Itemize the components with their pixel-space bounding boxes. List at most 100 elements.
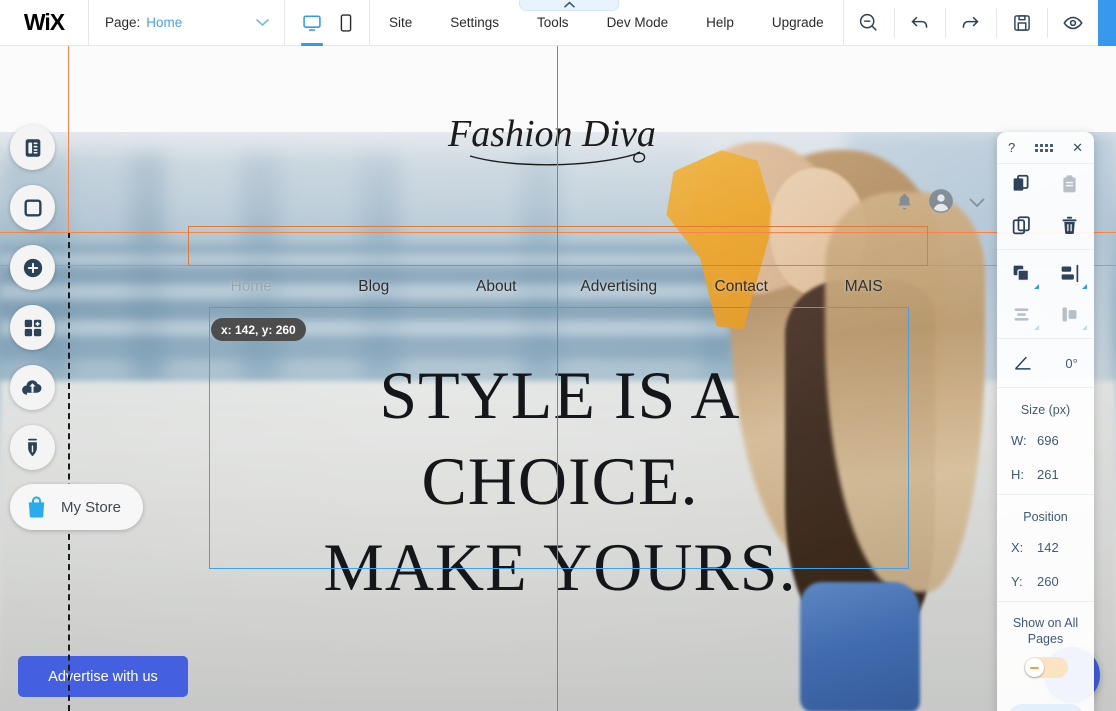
rotation-row[interactable]: 0° (997, 342, 1094, 384)
position-section-title: Position (1023, 510, 1068, 524)
duplicate-icon (1012, 216, 1030, 235)
nav-item-advertising[interactable]: Advertising (558, 278, 681, 296)
distribute-button[interactable] (997, 294, 1046, 335)
zoom-out-button[interactable] (844, 0, 894, 46)
nav-item-home[interactable]: Home (190, 278, 313, 296)
width-value[interactable]: 696 (1037, 433, 1059, 448)
sidebar-item-background[interactable] (10, 185, 55, 230)
sidebar-item-add[interactable] (10, 245, 55, 290)
collapsed-panel-tab[interactable] (519, 0, 619, 11)
height-value[interactable]: 261 (1037, 467, 1059, 482)
menu-component-outline[interactable] (188, 226, 928, 266)
distribute-icon (1014, 308, 1029, 321)
editor-tool-icons (844, 0, 1098, 46)
zoom-out-icon (860, 13, 878, 31)
site-logo-text: Fashion Diva (447, 113, 656, 155)
add-icon (23, 258, 42, 277)
align-button[interactable] (1046, 253, 1095, 294)
nav-item-mais[interactable]: MAIS (803, 278, 926, 296)
panel-divider-3 (997, 387, 1094, 388)
sidebar-item-blog[interactable] (10, 425, 55, 470)
rotation-icon (1015, 356, 1031, 370)
nav-item-contact[interactable]: Contact (680, 278, 803, 296)
header-guide-vertical (68, 46, 69, 232)
coordinate-tooltip: x: 142, y: 260 (211, 318, 306, 341)
panel-divider-2 (997, 338, 1094, 339)
undo-button[interactable] (895, 0, 945, 46)
match-size-icon (1062, 307, 1077, 322)
save-icon (1013, 14, 1030, 31)
pages-icon (25, 138, 40, 157)
chevron-down-icon[interactable] (255, 17, 270, 29)
avatar-icon[interactable] (928, 188, 954, 219)
size-section-title: Size (px) (1020, 403, 1071, 417)
menu-help[interactable]: Help (687, 0, 753, 46)
editor-stage[interactable]: Fashion Diva Home Blog About Advertising… (0, 46, 1116, 711)
mobile-view-button[interactable] (339, 0, 353, 46)
match-size-dropdown-indicator[interactable] (1082, 325, 1087, 330)
apps-icon (24, 319, 41, 336)
height-label: H: (1011, 466, 1024, 482)
view-mode-toggle (285, 0, 369, 46)
layers-button[interactable]: Layers (1007, 704, 1084, 711)
position-y-value[interactable]: 260 (1037, 574, 1059, 589)
nav-item-about[interactable]: About (435, 278, 558, 296)
my-store-label: My Store (61, 498, 122, 516)
desktop-view-active-indicator (301, 42, 323, 46)
show-on-all-pages-label: Show on All Pages (1012, 616, 1079, 646)
desktop-view-icon (303, 15, 321, 31)
save-button[interactable] (997, 0, 1047, 46)
delete-button[interactable] (1046, 205, 1095, 246)
width-field[interactable]: W: 696 (997, 423, 1094, 457)
menu-upgrade[interactable]: Upgrade (753, 0, 843, 46)
background-icon (23, 198, 42, 217)
position-x-value[interactable]: 142 (1037, 540, 1059, 555)
topbar-accent-strip (1098, 0, 1116, 46)
sidebar-item-pages[interactable] (10, 125, 55, 170)
my-store-button[interactable]: My Store (10, 484, 144, 530)
position-y-field[interactable]: Y: 260 (997, 564, 1094, 598)
page-selector[interactable]: Page: Home (89, 0, 284, 46)
arrange-dropdown-indicator[interactable] (1033, 284, 1039, 289)
selection-bounding-box[interactable] (209, 307, 909, 569)
menu-settings[interactable]: Settings (431, 0, 518, 46)
sidebar-item-uploads[interactable] (10, 365, 55, 410)
panel-divider-5 (997, 601, 1094, 602)
wix-logo[interactable]: WiX (0, 0, 88, 46)
mobile-view-icon (340, 13, 352, 32)
duplicate-button[interactable] (997, 205, 1046, 246)
position-x-label: X: (1011, 539, 1024, 555)
help-icon[interactable]: ? (1008, 141, 1015, 154)
copy-button[interactable] (997, 164, 1046, 205)
redo-icon (962, 16, 979, 28)
left-toolbar (10, 125, 55, 485)
match-size-button[interactable] (1046, 294, 1095, 335)
paste-button[interactable] (1046, 164, 1095, 205)
show-on-all-pages-toggle[interactable] (1023, 657, 1068, 678)
nav-item-blog[interactable]: Blog (313, 278, 436, 296)
wix-editor-window: Fashion Diva Home Blog About Advertising… (0, 0, 1116, 711)
distribute-dropdown-indicator[interactable] (1033, 325, 1039, 330)
chevron-down-icon[interactable] (968, 195, 986, 213)
redo-button[interactable] (946, 0, 996, 46)
position-x-field[interactable]: X: 142 (997, 530, 1094, 564)
close-icon[interactable]: ✕ (1072, 141, 1083, 154)
align-dropdown-indicator[interactable] (1082, 284, 1087, 289)
preview-button[interactable] (1048, 0, 1098, 46)
sidebar-item-apps[interactable] (10, 305, 55, 350)
height-field[interactable]: H: 261 (997, 457, 1094, 491)
panel-divider-1 (997, 249, 1094, 250)
desktop-view-button[interactable] (301, 0, 323, 46)
advertise-with-us-button[interactable]: Advertise with us (18, 656, 188, 697)
drag-grip-icon[interactable] (1034, 143, 1053, 152)
page-selector-label: Page: (105, 15, 141, 30)
bell-icon[interactable] (895, 192, 914, 216)
menu-site[interactable]: Site (370, 0, 431, 46)
shopping-bag-icon (28, 496, 45, 518)
site-logo[interactable]: Fashion Diva (440, 102, 670, 172)
page-left-margin-guide (68, 232, 70, 711)
width-label: W: (1011, 432, 1027, 448)
delete-icon (1062, 216, 1077, 234)
floating-tool-panel[interactable]: ? ✕ 0° Size (px) W: 696 H: 261 Position … (997, 132, 1094, 711)
arrange-button[interactable] (997, 253, 1046, 294)
